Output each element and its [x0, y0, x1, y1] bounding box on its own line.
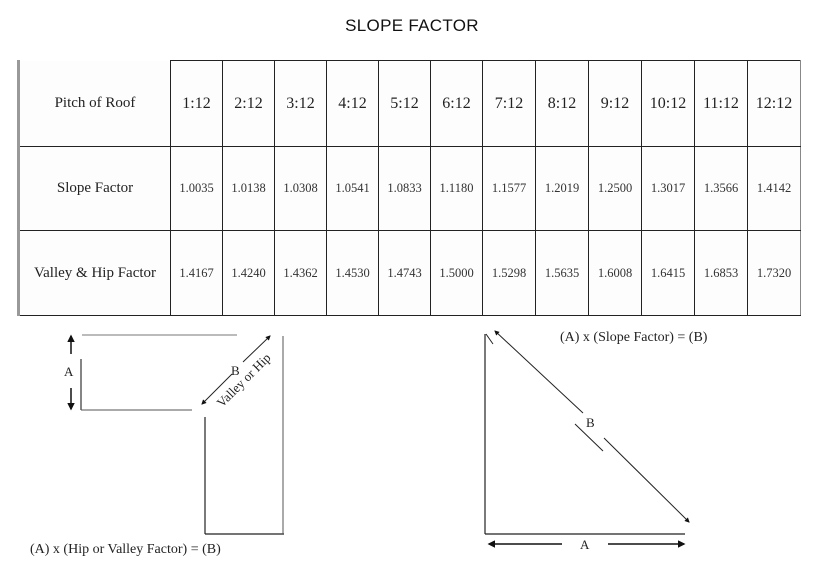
slope-factor-cell: 1.0308	[274, 146, 327, 231]
valley-hip-factor-cell: 1.5000	[430, 230, 483, 316]
pitch-cell: 1:12	[170, 60, 223, 147]
slope-factor-cell: 1.2019	[535, 146, 589, 231]
label-a: A	[580, 537, 590, 552]
b-arrow-lower-icon	[603, 437, 690, 523]
pitch-cell: 9:12	[588, 60, 642, 147]
pitch-cell: 2:12	[222, 60, 275, 147]
corner-tick-line	[485, 333, 494, 345]
valley-hip-factor-cell: 1.4743	[378, 230, 431, 316]
pitch-cell: 6:12	[430, 60, 483, 147]
valley-hip-factor-cell: 1.4530	[326, 230, 379, 316]
slope-factor-cell: 1.3017	[641, 146, 695, 231]
valley-hip-factor-cell: 1.6853	[694, 230, 748, 316]
pitch-cell: 12:12	[747, 60, 801, 147]
row-header-valley-hip-factor: Valley & Hip Factor	[17, 230, 171, 316]
valley-hip-factor-cell: 1.6415	[641, 230, 695, 316]
table-row-pitch: Pitch of Roof 1:12 2:12 3:12 4:12 5:12 6…	[17, 60, 801, 147]
table-row-valley-hip-factor: Valley & Hip Factor 1.4167 1.4240 1.4362…	[17, 230, 801, 316]
slope-factor-cell: 1.0138	[222, 146, 275, 231]
pitch-cell: 8:12	[535, 60, 589, 147]
pitch-cell: 11:12	[694, 60, 748, 147]
slope-factor-cell: 1.0833	[378, 146, 431, 231]
valley-hip-factor-cell: 1.4240	[222, 230, 275, 316]
pitch-cell: 5:12	[378, 60, 431, 147]
valley-hip-factor-cell: 1.5298	[482, 230, 536, 316]
valley-hip-diagram: A B Valley or Hip	[64, 334, 284, 535]
slope-factor-cell: 1.3566	[694, 146, 748, 231]
slope-factor-cell: 1.2500	[588, 146, 642, 231]
slope-factor-cell: 1.0035	[170, 146, 223, 231]
row-header-pitch: Pitch of Roof	[17, 60, 171, 147]
slope-factor-cell: 1.0541	[326, 146, 379, 231]
slope-factor-cell: 1.1577	[482, 146, 536, 231]
slope-factor-table: Pitch of Roof 1:12 2:12 3:12 4:12 5:12 6…	[17, 60, 801, 316]
row-header-slope-factor: Slope Factor	[17, 146, 171, 231]
valley-hip-factor-cell: 1.5635	[535, 230, 589, 316]
pitch-cell: 3:12	[274, 60, 327, 147]
hip-valley-formula-caption: (A) x (Hip or Valley Factor) = (B)	[30, 542, 221, 557]
valley-or-hip-label: Valley or Hip	[214, 350, 274, 410]
page-title: SLOPE FACTOR	[345, 16, 479, 35]
valley-hip-factor-cell: 1.6008	[588, 230, 642, 316]
table-row-slope-factor: Slope Factor 1.0035 1.0138 1.0308 1.0541…	[17, 146, 801, 231]
pitch-cell: 7:12	[482, 60, 536, 147]
valley-hip-factor-cell: 1.4362	[274, 230, 327, 316]
label-b: B	[586, 415, 595, 430]
pitch-cell: 4:12	[326, 60, 379, 147]
slope-factor-cell: 1.1180	[430, 146, 483, 231]
valley-hip-factor-cell: 1.4167	[170, 230, 223, 316]
pitch-cell: 10:12	[641, 60, 695, 147]
slope-factor-cell: 1.4142	[747, 146, 801, 231]
slope-diagram: B A	[484, 330, 690, 552]
slope-formula-caption: (A) x (Slope Factor) = (B)	[560, 330, 708, 345]
valley-hip-factor-cell: 1.7320	[747, 230, 801, 316]
label-a: A	[64, 364, 74, 379]
